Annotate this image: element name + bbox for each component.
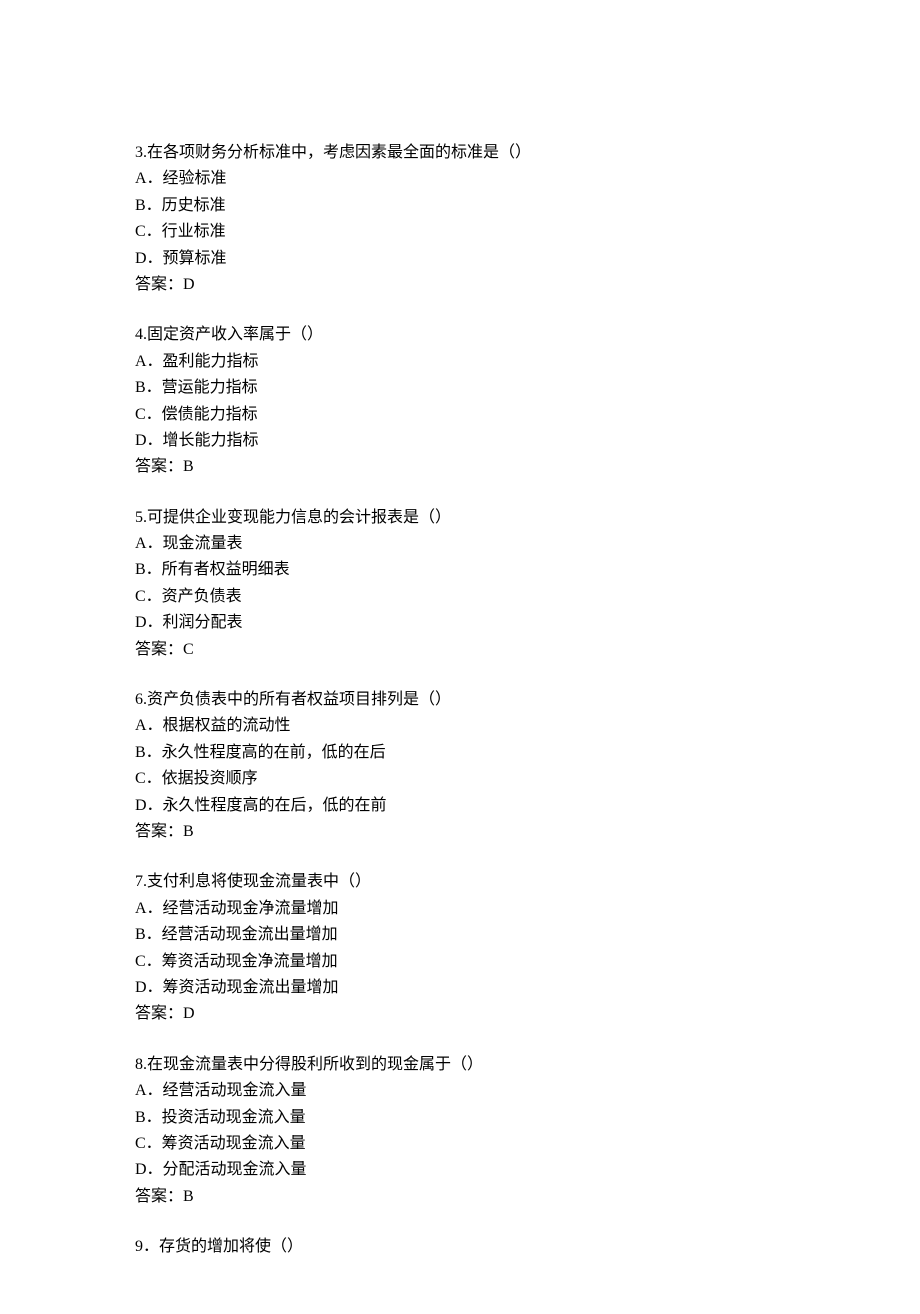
answer-line: 答案：C: [135, 637, 785, 663]
option-line: D．分配活动现金流入量: [135, 1157, 785, 1183]
option-line: D．增长能力指标: [135, 428, 785, 454]
option-line: C．资产负债表: [135, 584, 785, 610]
question-text: 5.可提供企业变现能力信息的会计报表是（）: [135, 505, 785, 531]
option-line: B．永久性程度高的在前，低的在后: [135, 740, 785, 766]
option-line: D．筹资活动现金流出量增加: [135, 975, 785, 1001]
question-text: 8.在现金流量表中分得股利所收到的现金属于（）: [135, 1052, 785, 1078]
question-text: 9．存货的增加将使（）: [135, 1234, 785, 1260]
option-line: B．历史标准: [135, 193, 785, 219]
question-text: 7.支付利息将使现金流量表中（）: [135, 869, 785, 895]
option-line: B．投资活动现金流入量: [135, 1105, 785, 1131]
answer-line: 答案：B: [135, 454, 785, 480]
option-line: C．行业标准: [135, 219, 785, 245]
option-line: D．永久性程度高的在后，低的在前: [135, 793, 785, 819]
option-line: C．偿债能力指标: [135, 402, 785, 428]
option-line: C．筹资活动现金净流量增加: [135, 949, 785, 975]
document-content: 3.在各项财务分析标准中，考虑因素最全面的标准是（）A．经验标准B．历史标准C．…: [135, 140, 785, 1260]
option-line: C．筹资活动现金流入量: [135, 1131, 785, 1157]
answer-line: 答案：D: [135, 272, 785, 298]
answer-line: 答案：B: [135, 819, 785, 845]
option-line: B．所有者权益明细表: [135, 557, 785, 583]
question-text: 4.固定资产收入率属于（）: [135, 322, 785, 348]
answer-line: 答案：D: [135, 1001, 785, 1027]
question-block: 3.在各项财务分析标准中，考虑因素最全面的标准是（）A．经验标准B．历史标准C．…: [135, 140, 785, 298]
answer-line: 答案：B: [135, 1184, 785, 1210]
question-block: 8.在现金流量表中分得股利所收到的现金属于（）A．经营活动现金流入量B．投资活动…: [135, 1052, 785, 1210]
option-line: A．经验标准: [135, 166, 785, 192]
option-line: B．经营活动现金流出量增加: [135, 922, 785, 948]
option-line: A．现金流量表: [135, 531, 785, 557]
question-block: 6.资产负债表中的所有者权益项目排列是（）A．根据权益的流动性B．永久性程度高的…: [135, 687, 785, 845]
option-line: A．经营活动现金流入量: [135, 1078, 785, 1104]
question-block: 5.可提供企业变现能力信息的会计报表是（）A．现金流量表B．所有者权益明细表C．…: [135, 505, 785, 663]
option-line: D．利润分配表: [135, 610, 785, 636]
option-line: A．经营活动现金净流量增加: [135, 896, 785, 922]
question-block: 7.支付利息将使现金流量表中（）A．经营活动现金净流量增加B．经营活动现金流出量…: [135, 869, 785, 1027]
option-line: D．预算标准: [135, 246, 785, 272]
question-block: 9．存货的增加将使（）: [135, 1234, 785, 1260]
option-line: B．营运能力指标: [135, 375, 785, 401]
option-line: A．根据权益的流动性: [135, 713, 785, 739]
question-block: 4.固定资产收入率属于（）A．盈利能力指标B．营运能力指标C．偿债能力指标D．增…: [135, 322, 785, 480]
question-text: 3.在各项财务分析标准中，考虑因素最全面的标准是（）: [135, 140, 785, 166]
option-line: A．盈利能力指标: [135, 349, 785, 375]
option-line: C．依据投资顺序: [135, 766, 785, 792]
question-text: 6.资产负债表中的所有者权益项目排列是（）: [135, 687, 785, 713]
